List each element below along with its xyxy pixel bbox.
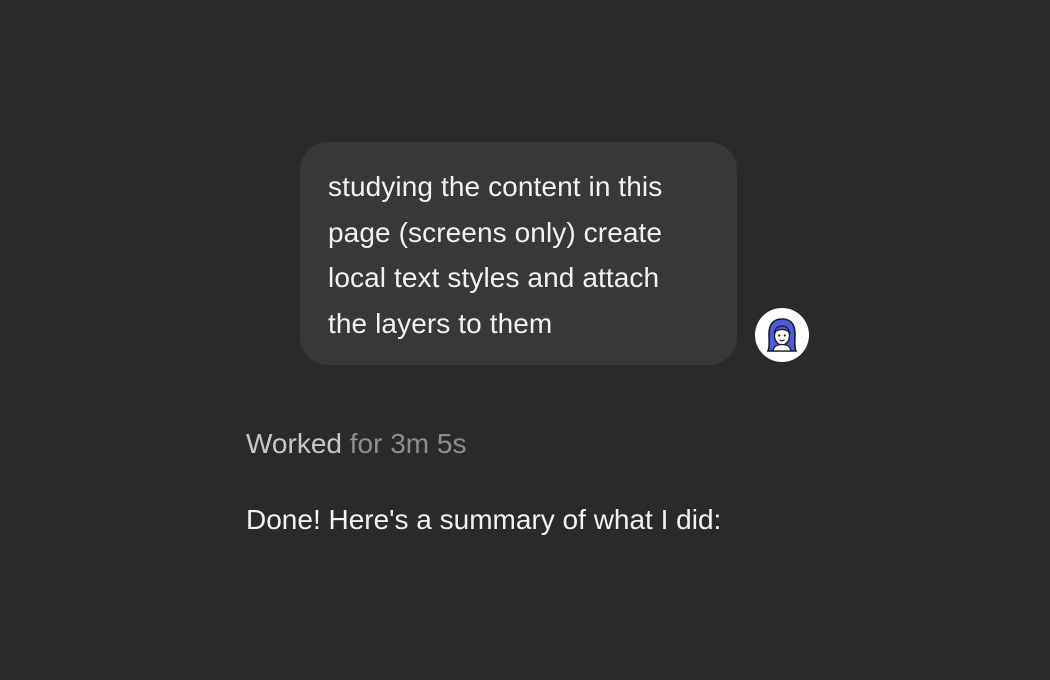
worked-duration: for 3m 5s <box>349 428 467 459</box>
chat-page: studying the content in this page (scree… <box>0 0 1050 680</box>
user-message-bubble: studying the content in this page (scree… <box>300 142 737 365</box>
user-avatar[interactable] <box>755 308 809 362</box>
work-status: Worked for 3m 5s <box>246 426 466 462</box>
user-message-text: studying the content in this page (scree… <box>328 171 663 339</box>
worked-label: Worked <box>246 428 342 459</box>
user-avatar-icon <box>766 318 798 352</box>
assistant-message-text: Done! Here's a summary of what I did: <box>246 504 722 535</box>
